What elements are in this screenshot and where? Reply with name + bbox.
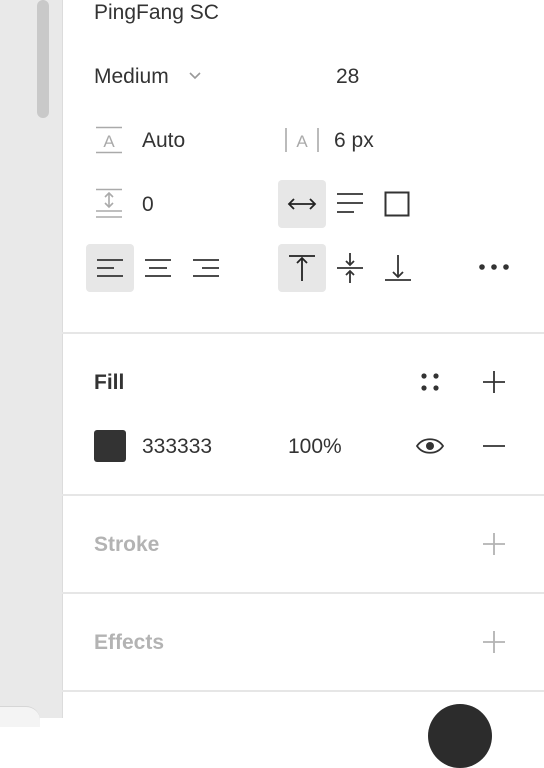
align-top-icon <box>289 255 315 281</box>
auto-width-icon <box>287 198 317 210</box>
eye-icon[interactable] <box>416 436 444 456</box>
resize-auto-width-button[interactable] <box>278 180 326 228</box>
align-left-button[interactable] <box>86 244 134 292</box>
fill-section-title: Fill <box>94 371 125 394</box>
svg-text:A: A <box>103 132 115 151</box>
paragraph-spacing-icon <box>96 188 122 218</box>
align-middle-icon[interactable] <box>336 252 364 284</box>
line-height-icon: A <box>96 126 122 154</box>
fill-color-swatch[interactable] <box>94 430 126 462</box>
section-divider <box>62 592 544 594</box>
plus-icon[interactable] <box>482 532 506 556</box>
line-height-input[interactable]: Auto <box>142 130 185 151</box>
stroke-section-title: Stroke <box>94 533 160 556</box>
fixed-size-icon[interactable] <box>384 191 410 217</box>
font-weight-select[interactable]: Medium <box>94 66 169 87</box>
minus-icon[interactable] <box>482 444 506 448</box>
scrollbar-thumb[interactable] <box>37 0 49 118</box>
plus-icon[interactable] <box>482 630 506 654</box>
fill-hex-input[interactable]: 333333 <box>142 436 212 457</box>
chevron-down-icon[interactable] <box>188 70 202 82</box>
plus-icon[interactable] <box>482 370 506 394</box>
font-family-select[interactable]: PingFang SC <box>94 2 219 23</box>
help-button[interactable] <box>428 704 492 768</box>
section-divider <box>62 332 544 334</box>
svg-text:A: A <box>296 132 308 151</box>
effects-section-title: Effects <box>94 631 165 654</box>
design-properties-panel: PingFang SC Medium 28 A Auto A 6 px 0 Fi… <box>62 0 544 718</box>
canvas-corner <box>0 706 40 727</box>
align-center-icon[interactable] <box>144 258 172 278</box>
auto-height-icon[interactable] <box>336 192 364 214</box>
section-divider <box>62 494 544 496</box>
canvas-edge <box>0 0 63 718</box>
align-top-button[interactable] <box>278 244 326 292</box>
styles-grid-icon[interactable] <box>420 372 440 392</box>
align-right-icon[interactable] <box>192 258 220 278</box>
section-divider <box>62 690 544 692</box>
align-left-icon <box>97 259 123 277</box>
font-size-input[interactable]: 28 <box>336 66 359 87</box>
align-bottom-icon[interactable] <box>384 254 412 282</box>
letter-spacing-icon: A <box>285 128 319 152</box>
fill-opacity-input[interactable]: 100% <box>288 436 342 457</box>
more-options-icon[interactable] <box>478 262 512 272</box>
paragraph-spacing-input[interactable]: 0 <box>142 194 154 215</box>
letter-spacing-input[interactable]: 6 px <box>334 130 374 151</box>
